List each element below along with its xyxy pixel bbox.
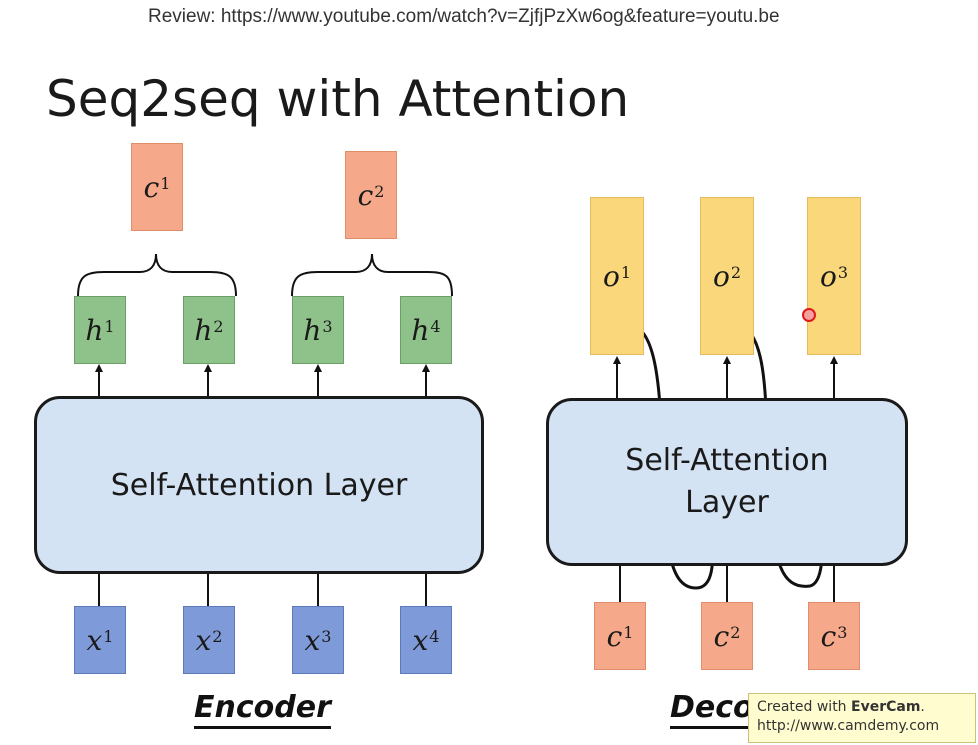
output-var: o — [819, 259, 837, 293]
output-o1: o1 — [590, 197, 644, 355]
hidden-index: 4 — [430, 316, 441, 336]
input-var: x — [86, 623, 103, 657]
encoder-layer-label: Self-Attention Layer — [110, 467, 408, 503]
input-x4: x4 — [400, 606, 452, 674]
hidden-var: h — [85, 313, 104, 347]
input-var: x — [304, 623, 321, 657]
watermark-prefix: Created with — [757, 699, 852, 715]
decoder-input-var: c — [606, 619, 623, 653]
decoder-input-var: c — [820, 619, 837, 653]
input-index: 2 — [212, 626, 223, 646]
watermark-line1: Created with EverCam. — [757, 698, 967, 717]
watermark-brand: EverCam — [851, 699, 921, 715]
encoder-caption: Encoder — [194, 690, 331, 729]
hidden-index: 1 — [104, 316, 115, 336]
context-var: c — [357, 178, 374, 212]
context-index: 2 — [374, 181, 385, 201]
decoder-input-c1: c1 — [594, 602, 646, 670]
brace-c2 — [291, 253, 453, 297]
evercam-watermark: Created with EverCam. http://www.camdemy… — [748, 693, 976, 743]
input-x2: x2 — [183, 606, 235, 674]
hidden-h1: h1 — [74, 296, 126, 364]
output-index: 3 — [837, 262, 849, 282]
input-var: x — [412, 623, 429, 657]
input-x3: x3 — [292, 606, 344, 674]
context-var: c — [143, 170, 160, 204]
decoder-self-attention-layer: Self-Attention Layer — [546, 398, 908, 566]
decoder-input-c3: c3 — [808, 602, 860, 670]
hidden-h4: h4 — [400, 296, 452, 364]
output-var: o — [602, 259, 620, 293]
output-var: o — [712, 259, 730, 293]
input-index: 3 — [321, 626, 332, 646]
input-index: 1 — [103, 626, 114, 646]
hidden-h2: h2 — [183, 296, 235, 364]
hidden-var: h — [194, 313, 213, 347]
output-o2: o2 — [700, 197, 754, 355]
encoder-self-attention-layer: Self-Attention Layer — [34, 396, 484, 574]
decoder-input-index: 2 — [730, 622, 741, 642]
encoder-context-c2: c2 — [345, 151, 397, 239]
output-index: 1 — [620, 262, 632, 282]
input-x1: x1 — [74, 606, 126, 674]
brace-c1 — [77, 253, 237, 297]
output-index: 2 — [730, 262, 742, 282]
decoder-input-var: c — [713, 619, 730, 653]
decoder-input-index: 3 — [837, 622, 848, 642]
hidden-index: 3 — [322, 316, 333, 336]
input-var: x — [195, 623, 212, 657]
pointer-dot-icon — [802, 308, 816, 322]
watermark-suffix: . — [920, 699, 925, 715]
output-o3: o3 — [807, 197, 861, 355]
decoder-layer-label-line2: Layer — [685, 485, 769, 520]
encoder-context-c1: c1 — [131, 143, 183, 231]
watermark-url: http://www.camdemy.com — [757, 718, 940, 734]
hidden-h3: h3 — [292, 296, 344, 364]
decoder-layer-label-line1: Self-Attention — [625, 443, 829, 478]
input-index: 4 — [429, 626, 440, 646]
hidden-var: h — [411, 313, 430, 347]
decoder-input-index: 1 — [623, 622, 634, 642]
context-index: 1 — [160, 173, 171, 193]
decoder-input-c2: c2 — [701, 602, 753, 670]
hidden-var: h — [303, 313, 322, 347]
hidden-index: 2 — [213, 316, 224, 336]
